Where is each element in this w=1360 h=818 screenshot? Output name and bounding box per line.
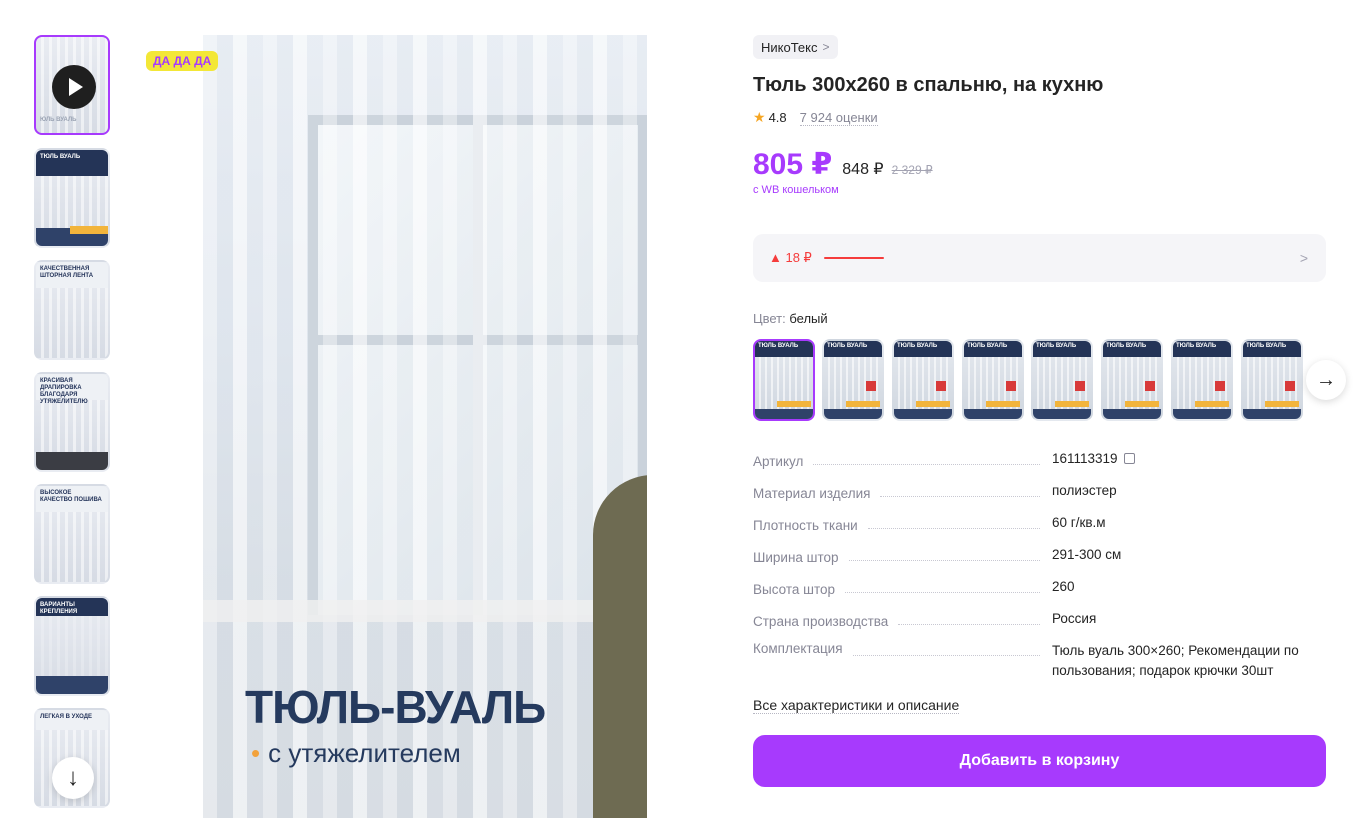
product-title: Тюль 300х260 в спальню, на кухню xyxy=(753,74,1104,96)
article-number: 161113319 xyxy=(1052,451,1118,466)
thumbnail-video[interactable]: ЮЛЬ ВУАЛЬ xyxy=(34,35,110,135)
spec-row: Комплектация Тюль вуаль 300×260; Рекомен… xyxy=(753,641,1299,678)
color-swatch[interactable]: ТЮЛЬ ВУАЛЬ xyxy=(1101,339,1163,421)
thumbnail-image[interactable]: КАЧЕСТВЕННАЯ ШТОРНАЯ ЛЕНТА xyxy=(34,260,110,360)
wallet-note: с WB кошельком xyxy=(753,184,839,196)
image-title: ТЮЛЬ-ВУАЛЬ xyxy=(245,681,546,733)
spec-row: Страна производства Россия xyxy=(753,611,1097,629)
color-swatch[interactable]: ТЮЛЬ ВУАЛЬ xyxy=(1171,339,1233,421)
chevron-right-icon: > xyxy=(1299,250,1308,266)
price-delta: ▲ 18 ₽ xyxy=(769,250,812,265)
image-subtitle: • с утяжелителем xyxy=(251,738,461,768)
color-swatch[interactable]: ТЮЛЬ ВУАЛЬ xyxy=(822,339,884,421)
color-swatches: ТЮЛЬ ВУАЛЬ ТЮЛЬ ВУАЛЬ ТЮЛЬ ВУАЛЬ ТЮЛЬ ВУ… xyxy=(753,339,1346,421)
play-icon[interactable] xyxy=(52,65,96,109)
price-trend-line xyxy=(823,257,884,259)
spec-row: Плотность ткани 60 г/кв.м xyxy=(753,515,1106,533)
chevron-right-icon: > xyxy=(822,40,830,54)
spec-row: Артикул 161113319 xyxy=(753,449,1326,469)
add-to-cart-button[interactable]: Добавить в корзину xyxy=(753,735,1326,787)
spec-row: Материал изделия полиэстер xyxy=(753,483,1117,501)
thumbnail-list: ЮЛЬ ВУАЛЬ ТЮЛЬ ВУАЛЬ КАЧЕСТВЕННАЯ ШТОРНА… xyxy=(34,35,110,818)
rating: ★ 4.8 7 924 оценки xyxy=(753,109,1326,126)
color-swatch[interactable]: ТЮЛЬ ВУАЛЬ xyxy=(753,339,815,421)
promo-badge: ДА ДА ДА xyxy=(146,51,219,71)
chair-shape xyxy=(593,475,647,818)
price: 805 ₽ xyxy=(753,148,833,181)
color-label: Цвет: белый xyxy=(753,311,828,326)
reviews-link[interactable]: 7 924 оценки xyxy=(799,110,878,126)
arrow-down-icon[interactable]: ↓ xyxy=(52,757,94,799)
thumbnail-image[interactable]: ВЫСОКОЕ КАЧЕСТВО ПОШИВА xyxy=(34,484,110,584)
color-swatch[interactable]: ТЮЛЬ ВУАЛЬ xyxy=(1031,339,1093,421)
price-history-panel[interactable]: ▲ 18 ₽ > xyxy=(753,234,1326,282)
product-info: НикоТекс > Тюль 300х260 в спальню, на кух… xyxy=(753,35,1346,787)
rating-value: 4.8 xyxy=(768,110,787,125)
specs-list: Артикул 161113319 Материал изделия полиэ… xyxy=(753,449,1326,681)
arrow-right-icon[interactable]: → xyxy=(1306,360,1346,400)
price-row: 805 ₽ 848 ₽ 2 329 ₽ xyxy=(753,147,1326,182)
copy-icon[interactable] xyxy=(1123,453,1135,464)
thumbnail-image[interactable]: ВАРИАНТЫ КРЕПЛЕНИЯ xyxy=(34,596,110,696)
main-product-image[interactable]: ТЮЛЬ-ВУАЛЬ • с утяжелителем xyxy=(203,35,647,818)
spec-row: Ширина штор 291-300 см xyxy=(753,547,1122,565)
all-specs-link[interactable]: Все характеристики и описание xyxy=(753,697,960,714)
color-swatch[interactable]: ТЮЛЬ ВУАЛЬ xyxy=(962,339,1024,421)
star-icon: ★ xyxy=(753,109,766,125)
spec-row: Высота штор 260 xyxy=(753,579,1075,597)
color-swatch[interactable]: ТЮЛЬ ВУАЛЬ xyxy=(1241,339,1303,421)
thumbnail-image[interactable]: КРАСИВАЯ ДРАПИРОВКА БЛАГОДАРЯ УТЯЖЕЛИТЕЛ… xyxy=(34,372,110,472)
thumbnail-image[interactable]: ТЮЛЬ ВУАЛЬ xyxy=(34,148,110,248)
color-swatch[interactable]: ТЮЛЬ ВУАЛЬ xyxy=(892,339,954,421)
price-without-wallet: 848 ₽ xyxy=(842,161,884,178)
brand-link[interactable]: НикоТекс > xyxy=(753,35,838,59)
old-price: 2 329 ₽ xyxy=(891,163,933,177)
